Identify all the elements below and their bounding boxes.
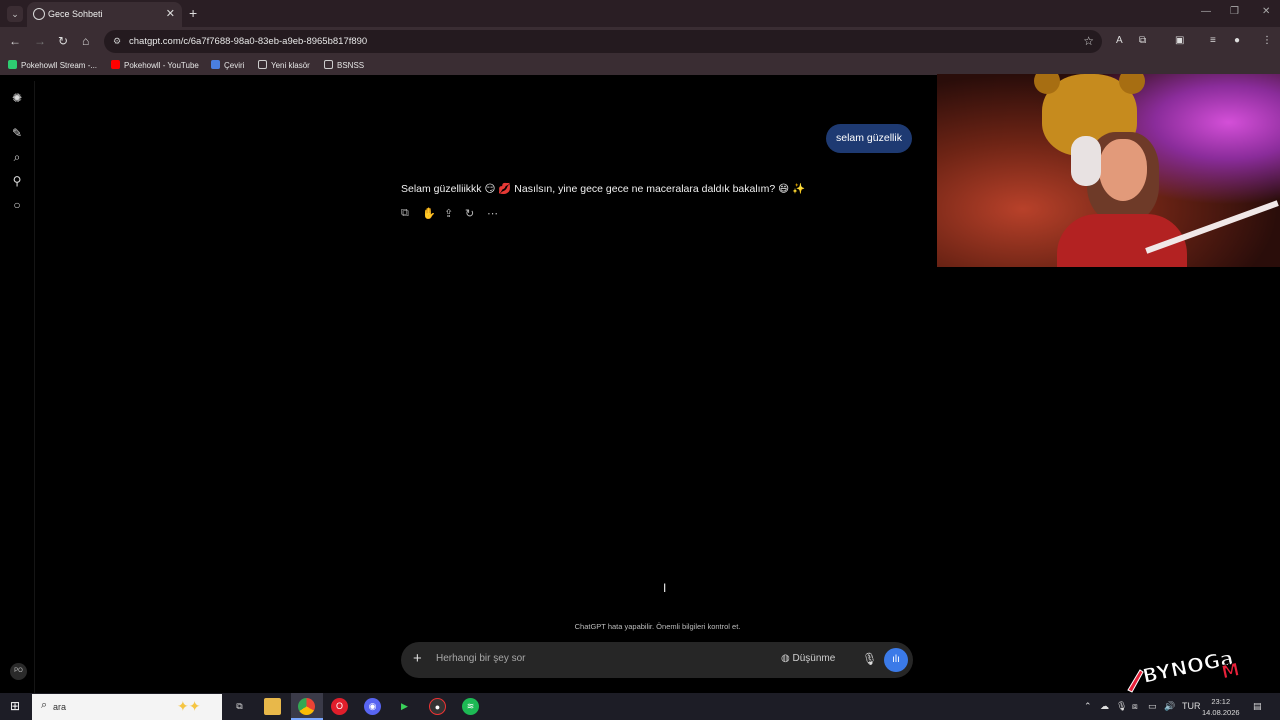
- text-cursor-icon: I: [663, 581, 667, 595]
- bookmark-label: Çeviri: [224, 61, 245, 70]
- bookmark-pokehowll-stream[interactable]: Pokehowll Stream -...: [8, 60, 97, 70]
- chrome-taskbar-button[interactable]: [291, 693, 323, 720]
- sidebar: ✺ ✎ ⌕ ⚲ ○ PO: [0, 81, 35, 693]
- streamer-face: [1099, 139, 1147, 201]
- regenerate-icon[interactable]: ↻: [465, 207, 474, 220]
- task-view-icon[interactable]: ⧉: [231, 698, 248, 715]
- svg-text:M: M: [1220, 659, 1242, 683]
- translate-icon: [211, 60, 220, 69]
- tray-mic-icon[interactable]: 🎙: [1116, 701, 1127, 712]
- webcam-overlay: [937, 74, 1280, 267]
- copy-icon[interactable]: ⧉: [401, 207, 409, 220]
- thinking-toggle[interactable]: ◍ Düşünme: [781, 653, 835, 664]
- bynogam-logo: BYNOGa M: [1127, 645, 1242, 693]
- new-tab-button[interactable]: +: [189, 5, 197, 21]
- bookmark-label: Pokehowll Stream -...: [21, 61, 98, 70]
- media-app-icon[interactable]: ▶: [396, 698, 413, 715]
- language-indicator[interactable]: TUR: [1182, 701, 1201, 711]
- chatgpt-logo-icon[interactable]: ✺: [10, 91, 24, 105]
- tray-app-icon[interactable]: ☁: [1100, 701, 1109, 712]
- more-options-icon[interactable]: ⋯: [487, 207, 498, 220]
- microphone-icon[interactable]: 🎙: [862, 652, 877, 666]
- avatar[interactable]: PO: [10, 663, 27, 680]
- assistant-message: Selam güzelliikkk 😏 💋 Nasılsın, yine gec…: [401, 183, 806, 195]
- profile-avatar-icon[interactable]: ●: [1234, 35, 1240, 46]
- chat-bubble-icon[interactable]: ○: [10, 198, 24, 212]
- windows-taskbar: ⊞ ⌕ ara ✦✦ ⧉ O ◉ ▶ ● ≋ ⌃ ☁ 🎙 ⧈ ▭ 🔊 TUR 2…: [0, 693, 1280, 720]
- kick-icon: [8, 60, 17, 69]
- close-window-button[interactable]: ✕: [1262, 6, 1270, 17]
- windows-start-icon[interactable]: ⊞: [10, 700, 23, 713]
- search-icon[interactable]: ⌕: [10, 150, 24, 164]
- bookmark-label: Pokehowll - YouTube: [124, 61, 199, 70]
- media-controls-icon[interactable]: ≡: [1210, 35, 1216, 46]
- bookmark-bsnss[interactable]: BSNSS: [324, 60, 364, 70]
- cast-icon[interactable]: ▣: [1175, 35, 1184, 46]
- youtube-icon: [111, 60, 120, 69]
- url-text[interactable]: chatgpt.com/c/6a7f7688-98a0-83eb-a9eb-89…: [129, 36, 367, 47]
- network-icon[interactable]: ▭: [1148, 701, 1157, 712]
- pin-icon[interactable]: ⚲: [10, 174, 24, 188]
- chrome-icon: [298, 698, 315, 715]
- disclaimer: ChatGPT hata yapabilir. Önemli bilgileri…: [574, 622, 741, 631]
- bookmark-label: Yeni klasör: [271, 61, 310, 70]
- prompt-input[interactable]: Herhangi bir şey sor: [436, 653, 525, 664]
- tray-expand-icon[interactable]: ⌃: [1084, 701, 1092, 712]
- menu-icon[interactable]: ⋮: [1262, 35, 1272, 46]
- opera-icon[interactable]: O: [331, 698, 348, 715]
- obs-icon[interactable]: ●: [429, 698, 446, 715]
- bookmark-star-icon[interactable]: ☆: [1083, 34, 1094, 48]
- clock-time: 23:12: [1211, 697, 1231, 706]
- discord-icon[interactable]: ◉: [364, 698, 381, 715]
- user-message: selam güzellik: [826, 124, 912, 153]
- share-icon[interactable]: ⇪: [444, 207, 453, 220]
- bookmark-label: BSNSS: [337, 61, 365, 70]
- thinking-label: Düşünme: [792, 653, 836, 664]
- back-button[interactable]: ←: [9, 34, 21, 48]
- file-explorer-icon[interactable]: [264, 698, 281, 715]
- feedback-icon[interactable]: ✋: [422, 207, 436, 220]
- new-chat-icon[interactable]: ✎: [10, 126, 24, 140]
- tab-gece-sohbeti[interactable]: Gece Sohbeti ✕: [27, 2, 182, 27]
- system-clock[interactable]: 23:12 14.08.2026: [1202, 696, 1240, 718]
- forward-button[interactable]: →: [34, 34, 46, 48]
- tab-close-icon[interactable]: ✕: [166, 7, 175, 20]
- bookmarks-bar: Pokehowll Stream -... Pokehowll - YouTub…: [0, 57, 1280, 75]
- composer: + Herhangi bir şey sor ◍ Düşünme 🎙 ılı: [401, 642, 913, 678]
- bookmark-pokehowll-youtube[interactable]: Pokehowll - YouTube: [111, 60, 199, 70]
- search-icon: ⌕: [41, 699, 48, 711]
- folder-icon: [258, 60, 267, 69]
- minimize-button[interactable]: —: [1201, 6, 1211, 17]
- headset: [1071, 136, 1101, 186]
- tab-title: Gece Sohbeti: [48, 9, 103, 19]
- tab-bar: ⌄ Gece Sohbeti ✕ + — ❐ ✕: [0, 0, 1280, 27]
- lightbulb-icon: ◍: [781, 653, 793, 664]
- profile-a-icon[interactable]: A: [1116, 35, 1123, 46]
- address-bar[interactable]: ⚙ chatgpt.com/c/6a7f7688-98a0-83eb-a9eb-…: [104, 30, 1102, 53]
- spotify-icon[interactable]: ≋: [462, 698, 479, 715]
- taskbar-search[interactable]: ⌕ ara ✦✦: [32, 694, 222, 720]
- home-button[interactable]: ⌂: [82, 34, 89, 48]
- tray-capture-icon[interactable]: ⧈: [1132, 701, 1138, 712]
- search-placeholder: ara: [53, 702, 67, 712]
- volume-icon[interactable]: 🔊: [1164, 701, 1175, 712]
- notifications-icon[interactable]: ▤: [1253, 701, 1262, 712]
- reload-button[interactable]: ↻: [58, 34, 68, 48]
- voice-mode-button[interactable]: ılı: [884, 648, 908, 672]
- tab-search-button[interactable]: ⌄: [7, 6, 23, 22]
- add-attachment-button[interactable]: +: [413, 650, 422, 667]
- chatgpt-favicon-icon: [33, 8, 45, 20]
- extensions-icon[interactable]: ⧉: [1139, 35, 1146, 46]
- sparkle-icon: ✦✦: [177, 698, 201, 714]
- folder-icon: [324, 60, 333, 69]
- bookmark-yeni-klasor[interactable]: Yeni klasör: [258, 60, 310, 70]
- browser-toolbar: ← → ↻ ⌂ ⚙ chatgpt.com/c/6a7f7688-98a0-83…: [0, 27, 1280, 57]
- restore-button[interactable]: ❐: [1230, 6, 1239, 17]
- clock-date: 14.08.2026: [1202, 708, 1240, 717]
- bookmark-ceviri[interactable]: Çeviri: [211, 60, 244, 70]
- site-info-icon[interactable]: ⚙: [113, 36, 121, 47]
